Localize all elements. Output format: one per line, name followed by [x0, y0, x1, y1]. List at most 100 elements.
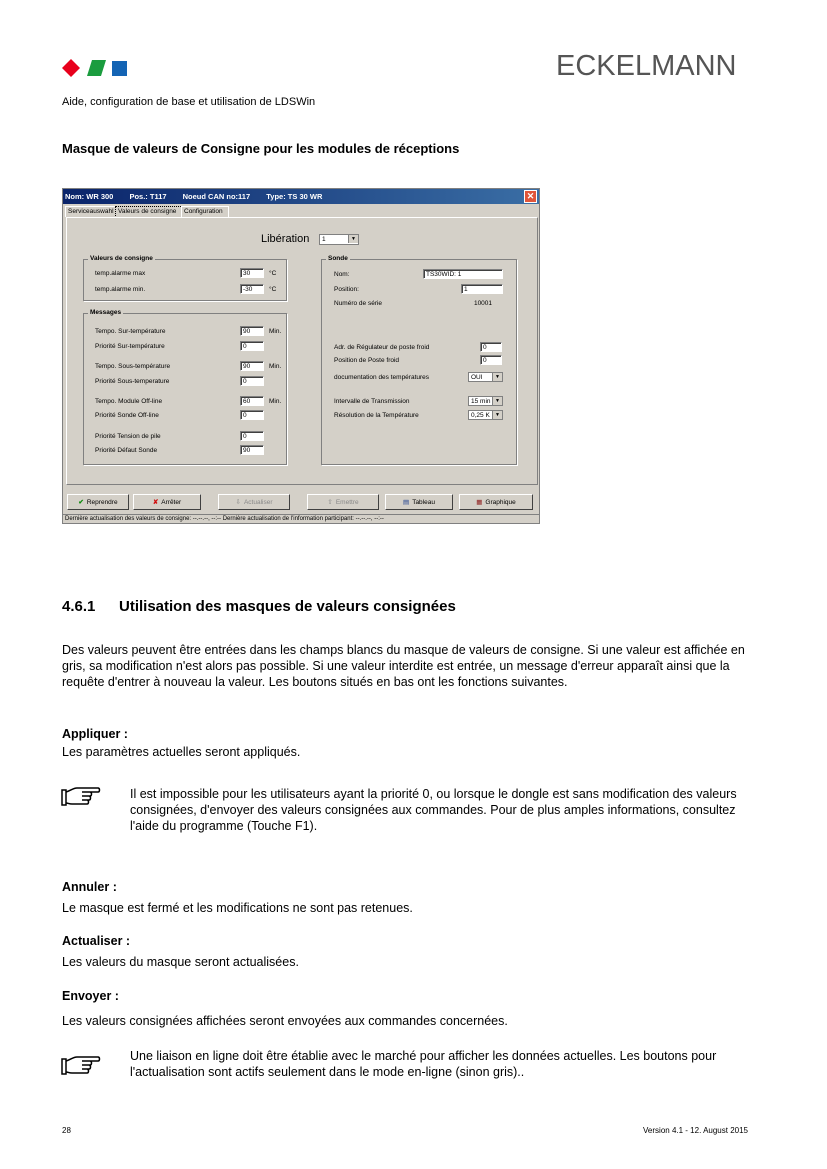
table-icon: ▤	[403, 499, 410, 506]
chevron-down-icon: ▼	[492, 411, 502, 419]
transmission-interval-value: 15 min	[471, 398, 491, 405]
temperature-documentation-value: OUI	[471, 374, 483, 381]
item-text: Le masque est fermé et les modifications…	[62, 901, 413, 915]
message-label: Priorité Sous-temperature	[95, 378, 170, 385]
message-input[interactable]: 0	[240, 431, 264, 441]
temp-alarm-max-unit: °C	[269, 270, 277, 277]
transmission-interval-select[interactable]: 15 min ▼	[468, 396, 503, 406]
message-label: Priorité Défaut Sonde	[95, 447, 158, 454]
serial-number-label: Numéro de série	[334, 300, 383, 307]
message-input[interactable]: 90	[240, 445, 264, 455]
transmission-interval-label: Intervalle de Transmission	[334, 398, 410, 405]
liberation-label: Libération	[261, 233, 310, 245]
item-title: Actualiser :	[62, 934, 131, 948]
emettre-button[interactable]: ⇧ Emettre	[307, 494, 379, 510]
probe-position-label: Position:	[334, 286, 359, 293]
message-input[interactable]: 60	[240, 396, 264, 406]
version-info: Version 4.1 - 12. August 2015	[643, 1126, 748, 1135]
liberation-value: 1	[322, 236, 326, 243]
section-title-text: Utilisation des masques de valeurs consi…	[119, 598, 456, 615]
item-text: Les paramètres actuelles seront appliqué…	[62, 745, 301, 759]
title-noeud: Noeud CAN no:117	[182, 192, 251, 201]
reprendre-button[interactable]: ✔ Reprendre	[67, 494, 129, 510]
temp-alarm-min-unit: °C	[269, 286, 277, 293]
item-title: Annuler :	[62, 880, 117, 894]
title-type: Type: TS 30 WR	[266, 192, 323, 201]
chevron-down-icon: ▼	[348, 235, 358, 243]
item-title: Envoyer :	[62, 989, 119, 1003]
reprendre-label: Reprendre	[86, 499, 118, 506]
temperature-resolution-select[interactable]: 0,25 K ▼	[468, 410, 503, 420]
message-unit: Min.	[269, 328, 282, 335]
message-input[interactable]: 0	[240, 410, 264, 420]
document-subtitle: Aide, configuration de base et utilisati…	[62, 96, 316, 108]
note-text: Une liaison en ligne doit être établie a…	[130, 1049, 717, 1079]
chevron-down-icon: ▼	[492, 373, 502, 381]
brand-name: ECKELMANN	[556, 50, 737, 82]
refresh-icon: ⇩	[235, 499, 241, 506]
close-icon[interactable]: ✕	[524, 190, 537, 203]
setpoints-group-title: Valeurs de consigne	[88, 255, 155, 262]
item-title: Appliquer :	[62, 727, 128, 741]
temp-alarm-min-input[interactable]: -30	[240, 284, 264, 294]
title-pos: Pos.: T117	[129, 192, 167, 201]
temp-alarm-max-label: temp.alarme max	[95, 270, 146, 277]
regulator-address-input[interactable]: 0	[480, 342, 502, 352]
message-unit: Min.	[269, 398, 282, 405]
cold-station-position-input[interactable]: 0	[480, 355, 502, 365]
temp-alarm-min-label: temp.alarme min.	[95, 286, 146, 293]
setpoint-window: Nom: WR 300 Pos.: T117 Noeud CAN no:117 …	[62, 188, 540, 524]
temperature-resolution-label: Résolution de la Température	[334, 412, 419, 419]
figure-heading: Masque de valeurs de Consigne pour les m…	[62, 141, 460, 156]
intro-paragraph: Des valeurs peuvent être entrées dans le…	[62, 643, 745, 689]
note-text: Il est impossible pour les utilisateurs …	[130, 787, 737, 833]
message-input[interactable]: 90	[240, 326, 264, 336]
liberation-select[interactable]: 1 ▼	[319, 234, 359, 245]
tableau-button[interactable]: ▤ Tableau	[385, 494, 453, 510]
chevron-down-icon: ▼	[492, 397, 502, 405]
page-number: 28	[62, 1126, 71, 1135]
probe-name-label: Nom:	[334, 271, 350, 278]
title-nom: Nom: WR 300	[65, 192, 114, 201]
message-label: Priorité Sonde Off-line	[95, 412, 159, 419]
temperature-documentation-select[interactable]: OUI ▼	[468, 372, 503, 382]
temperature-documentation-label: documentation des températures	[334, 374, 430, 381]
message-input[interactable]: 0	[240, 376, 264, 386]
message-label: Tempo. Sous-température	[95, 363, 171, 370]
chart-icon: ▦	[476, 499, 483, 506]
arreter-button[interactable]: ✘ Arrêter	[133, 494, 201, 510]
status-bar: Dernière actualisation des valeurs de co…	[63, 514, 539, 523]
item-text: Les valeurs du masque seront actualisées…	[62, 955, 299, 969]
check-icon: ✔	[78, 499, 84, 506]
graphique-button[interactable]: ▦ Graphique	[459, 494, 533, 510]
regulator-address-label: Adr. de Régulateur de poste froid	[334, 344, 430, 351]
messages-group-title: Messages	[88, 309, 124, 316]
message-label: Priorité Sur-température	[95, 343, 165, 350]
tableau-label: Tableau	[412, 499, 435, 506]
section-number: 4.6.1	[62, 598, 96, 615]
window-titlebar: Nom: WR 300 Pos.: T117 Noeud CAN no:117 …	[63, 189, 539, 204]
actualiser-button[interactable]: ⇩ Actualiser	[218, 494, 290, 510]
arreter-label: Arrêter	[161, 499, 182, 506]
message-input[interactable]: 0	[240, 341, 264, 351]
message-label: Priorité Tension de pile	[95, 433, 161, 440]
emettre-label: Emettre	[335, 499, 359, 506]
cross-icon: ✘	[152, 499, 159, 506]
section-title: 4.6.1 Utilisation des masques de valeurs …	[62, 598, 456, 615]
probe-group-title: Sonde	[326, 255, 350, 262]
actualiser-label: Actualiser	[243, 499, 273, 506]
message-label: Tempo. Sur-température	[95, 328, 166, 335]
serial-number-value: 10001	[461, 298, 503, 308]
message-input[interactable]: 90	[240, 361, 264, 371]
probe-position-input[interactable]: 1	[461, 284, 503, 294]
setpoints-group: Valeurs de consigne	[83, 255, 287, 301]
probe-name-input[interactable]: TS30WID: 1	[423, 269, 503, 279]
cold-station-position-label: Position de Poste froid	[334, 357, 400, 364]
tab-configuration[interactable]: Configuration	[181, 206, 229, 217]
temp-alarm-max-input[interactable]: 30	[240, 268, 264, 278]
message-unit: Min.	[269, 363, 282, 370]
graphique-label: Graphique	[485, 499, 516, 506]
item-text: Les valeurs consignées affichées seront …	[62, 1014, 508, 1028]
message-label: Tempo. Module Off-line	[95, 398, 163, 405]
tab-serviceauswahl[interactable]: Serviceauswahl	[65, 206, 117, 217]
